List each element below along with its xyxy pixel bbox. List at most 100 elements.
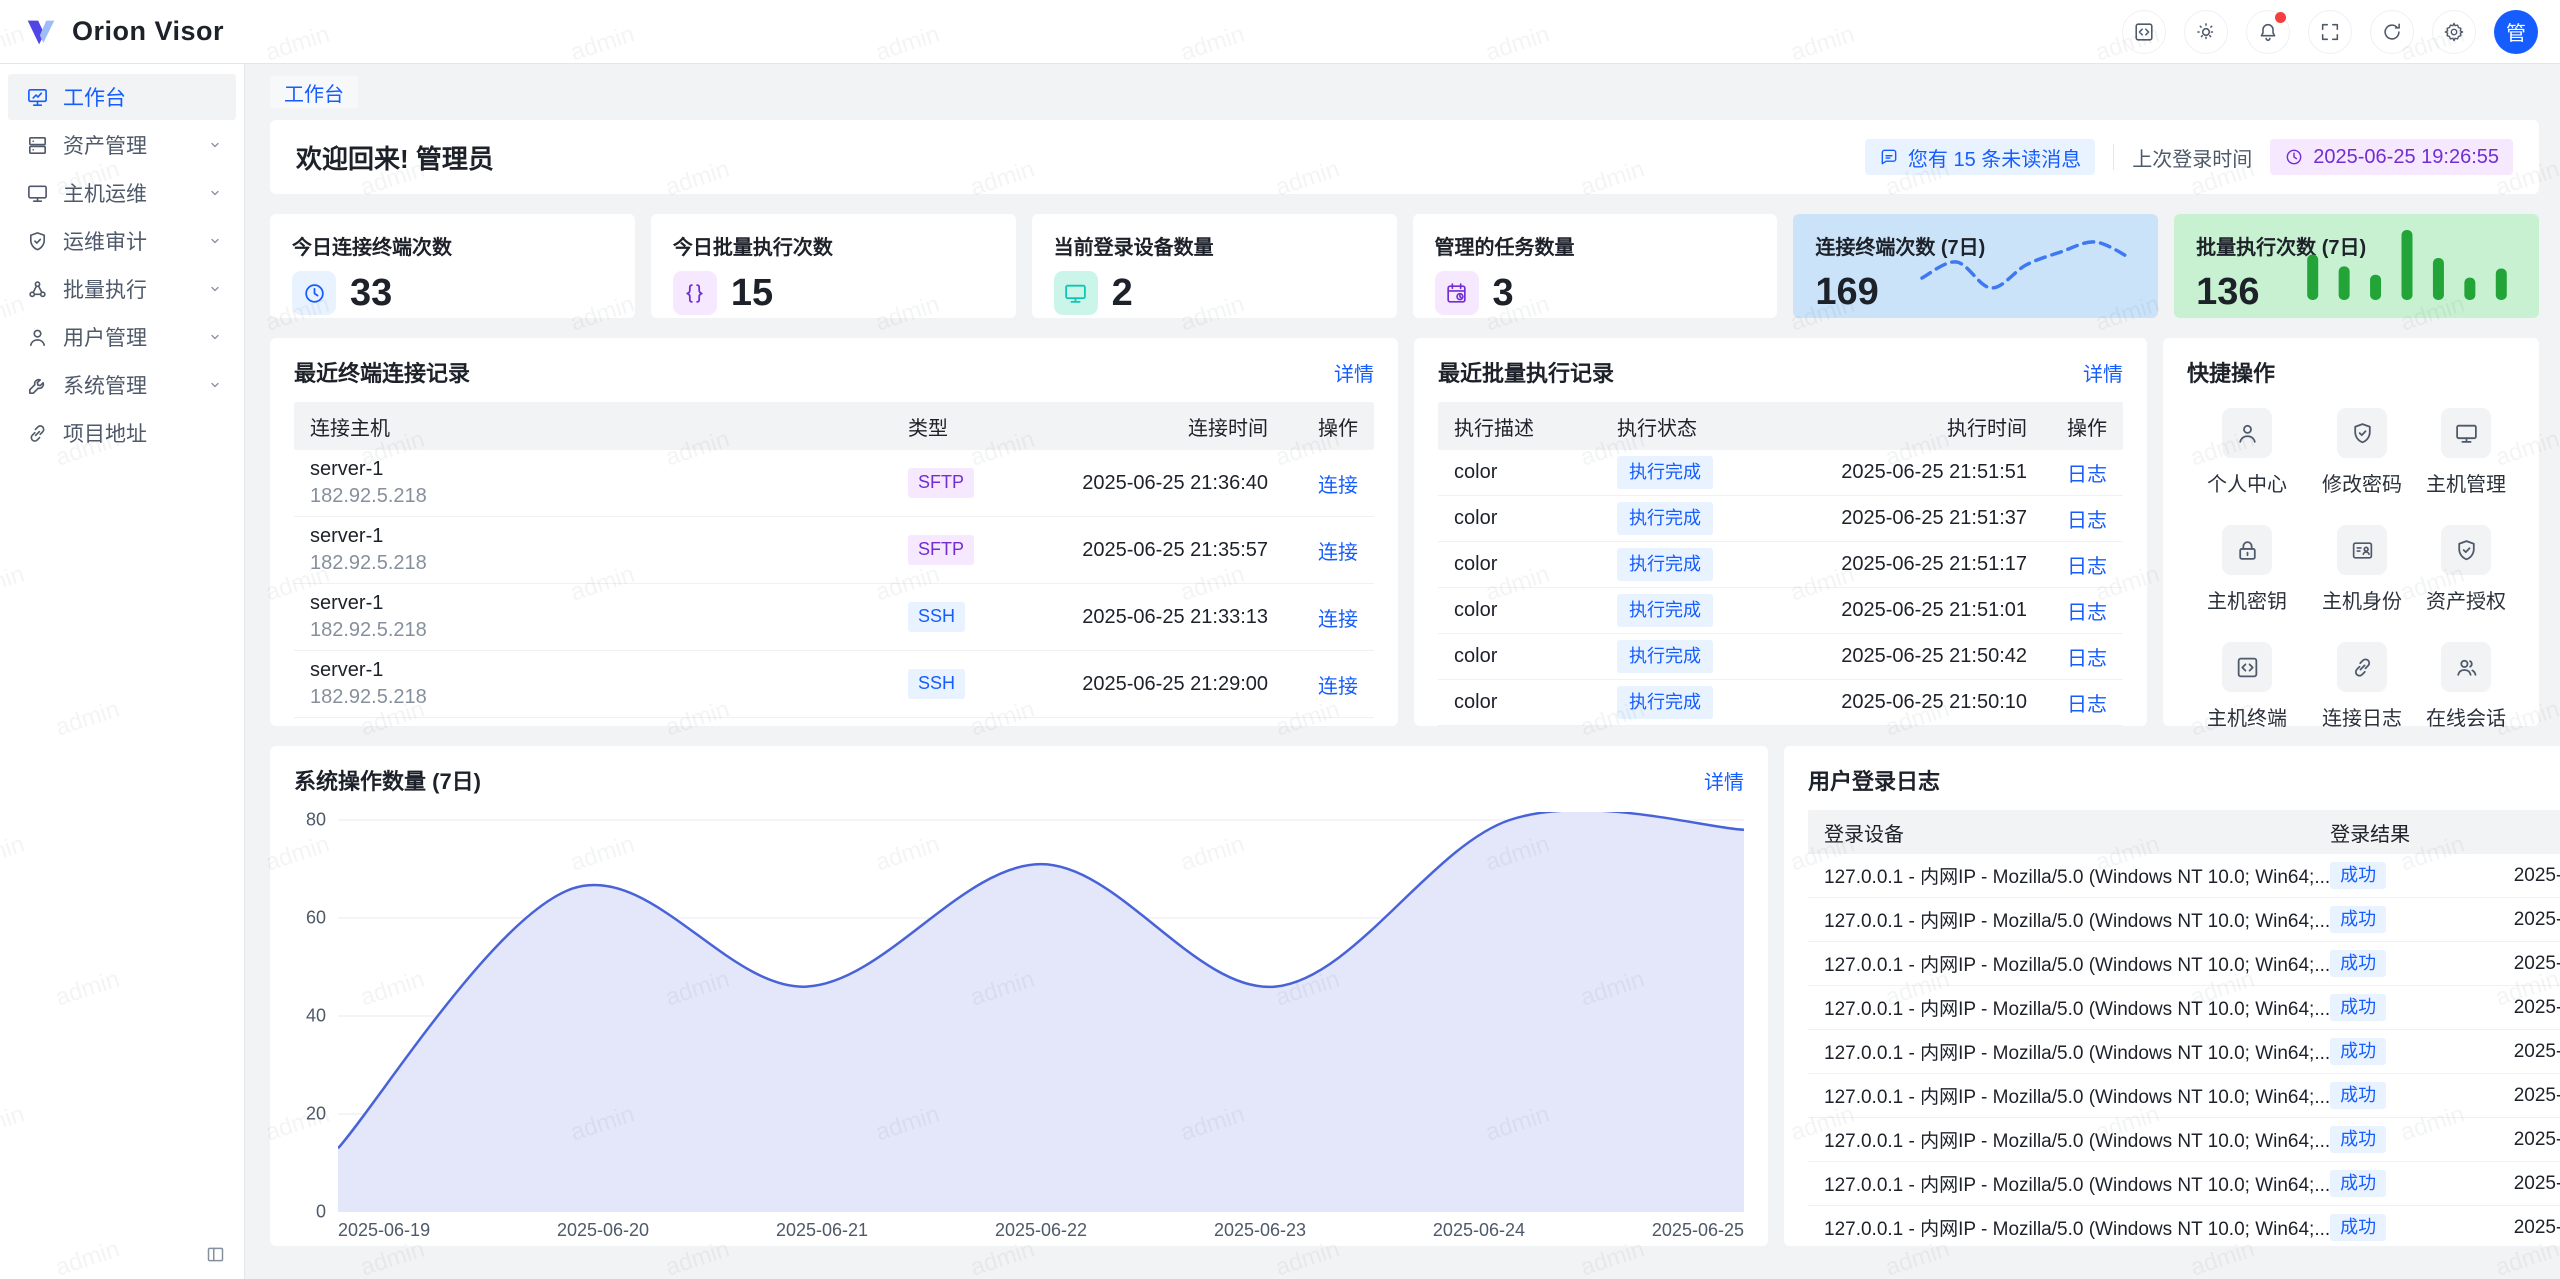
quick-action-host-mgmt[interactable]: 主机管理 — [2426, 408, 2506, 497]
col-action: 操作 — [1268, 412, 1358, 441]
login-time: 2025-03-21 23:53:43 — [2450, 1217, 2560, 1239]
host-ip: 182.92.5.218 — [310, 684, 908, 711]
exec-time: 2025-06-25 21:51:01 — [1777, 599, 2027, 622]
code-square-icon[interactable] — [2122, 10, 2166, 54]
quick-action-online-sessions[interactable]: 在线会话 — [2426, 642, 2506, 731]
stat-value: 33 — [350, 272, 392, 315]
sidebar-item-audit[interactable]: 运维审计 — [8, 218, 236, 264]
sidebar-item-assets[interactable]: 资产管理 — [8, 122, 236, 168]
login-time: 2025-03-22 00:42:34 — [2450, 1173, 2560, 1195]
brand: Orion Visor — [22, 13, 224, 51]
stat-card-terminal-7d: 连接终端次数 (7日) 169 — [1793, 214, 2158, 318]
connect-link[interactable]: 连接 — [1318, 542, 1358, 564]
result-badge: 成功 — [2330, 906, 2386, 933]
stat-value: 136 — [2196, 271, 2259, 314]
status-badge: 执行完成 — [1617, 686, 1713, 719]
result-badge: 成功 — [2330, 994, 2386, 1021]
sidebar-item-system-mgmt[interactable]: 系统管理 — [8, 362, 236, 408]
quick-action-label: 主机终端 — [2207, 702, 2287, 731]
table-row: 127.0.0.1 - 内网IP - Mozilla/5.0 (Windows … — [1808, 898, 2560, 942]
type-badge: SFTP — [908, 468, 974, 497]
quick-action-asset-auth[interactable]: 资产授权 — [2426, 525, 2506, 614]
collapse-sidebar-icon[interactable] — [205, 1244, 226, 1265]
host-name: server-1 — [310, 456, 908, 483]
log-link[interactable]: 日志 — [2067, 648, 2107, 670]
log-link[interactable]: 日志 — [2067, 464, 2107, 486]
sidebar-item-user-mgmt[interactable]: 用户管理 — [8, 314, 236, 360]
connect-link[interactable]: 连接 — [1318, 609, 1358, 631]
main-content: 工作台 欢迎回来! 管理员 您有 15 条未读消息 上次登录时间 2025-06… — [245, 64, 2560, 1279]
workbench-icon — [26, 86, 49, 109]
clock-icon — [292, 271, 336, 315]
log-link[interactable]: 日志 — [2067, 556, 2107, 578]
exec-time: 2025-06-25 21:51:37 — [1777, 507, 2027, 530]
login-table: 登录设备 登录结果 登录时间 127.0.0.1 - 内网IP - Mozill… — [1808, 810, 2560, 1250]
host-name: server-1 — [310, 657, 908, 684]
quick-action-change-password[interactable]: 修改密码 — [2322, 408, 2402, 497]
table-row: server-1182.92.5.218 SSH 2025-06-25 21:2… — [294, 651, 1374, 718]
log-link[interactable]: 日志 — [2067, 602, 2107, 624]
result-badge: 成功 — [2330, 1038, 2386, 1065]
exec-time: 2025-06-25 21:50:10 — [1777, 691, 2027, 714]
quick-action-host-identity[interactable]: 主机身份 — [2322, 525, 2402, 614]
connect-link[interactable]: 连接 — [1318, 676, 1358, 698]
sidebar-item-project-link[interactable]: 项目地址 — [8, 410, 236, 456]
login-time: 2025-05-29 19:43:57 — [2450, 997, 2560, 1019]
panel-title: 系统操作数量 (7日) — [294, 764, 481, 796]
notifications-bell-icon[interactable] — [2246, 10, 2290, 54]
stat-card-batch-7d: 批量执行次数 (7日) 136 — [2174, 214, 2539, 318]
col-result: 登录结果 — [2330, 818, 2450, 847]
login-device: 127.0.0.1 - 内网IP - Mozilla/5.0 (Windows … — [1824, 994, 2330, 1021]
log-link[interactable]: 日志 — [2067, 694, 2107, 716]
settings-gear-icon[interactable] — [2432, 10, 2476, 54]
welcome-card: 欢迎回来! 管理员 您有 15 条未读消息 上次登录时间 2025-06-25 … — [270, 120, 2539, 194]
avatar[interactable]: 管 — [2494, 10, 2538, 54]
quick-action-label: 连接日志 — [2322, 702, 2402, 731]
breadcrumb[interactable]: 工作台 — [270, 76, 358, 108]
col-host: 连接主机 — [310, 412, 908, 441]
login-time: 2025-06-06 15:54:26 — [2450, 953, 2560, 975]
stat-value: 2 — [1112, 272, 1133, 315]
connect-link[interactable]: 连接 — [1318, 475, 1358, 497]
host-ops-icon — [26, 182, 49, 205]
connect-time: 2025-06-25 21:29:00 — [1018, 673, 1268, 696]
sidebar-item-label: 项目地址 — [63, 418, 224, 448]
sidebar-item-batch-exec[interactable]: 批量执行 — [8, 266, 236, 312]
quick-action-connect-log[interactable]: 连接日志 — [2322, 642, 2402, 731]
quick-action-host-keys[interactable]: 主机密钥 — [2207, 525, 2287, 614]
wrench-icon — [26, 374, 49, 397]
unread-messages-chip[interactable]: 您有 15 条未读消息 — [1865, 139, 2095, 175]
quick-action-host-terminal[interactable]: 主机终端 — [2207, 642, 2287, 731]
batch-table: 执行描述 执行状态 执行时间 操作 color 执行完成 2025-06-25 … — [1438, 402, 2123, 726]
log-link[interactable]: 日志 — [2067, 510, 2107, 532]
panel-title: 用户登录日志 — [1808, 764, 1940, 796]
stat-cards-row: 今日连接终端次数 33 今日批量执行次数 15 当前登录设备数量 2 管理的任务… — [270, 214, 2539, 318]
monitor-icon — [2441, 408, 2491, 458]
terminal-detail-link[interactable]: 详情 — [1334, 358, 1374, 387]
batch-detail-link[interactable]: 详情 — [2083, 358, 2123, 387]
middle-row: 最近终端连接记录 详情 连接主机 类型 连接时间 操作 server-1182.… — [270, 338, 2539, 726]
quick-action-personal-center[interactable]: 个人中心 — [2207, 408, 2287, 497]
shield-check-icon — [2337, 408, 2387, 458]
terminal-sparkline — [1916, 222, 2136, 306]
result-badge: 成功 — [2330, 1214, 2386, 1241]
login-device: 127.0.0.1 - 内网IP - Mozilla/5.0 (Windows … — [1824, 906, 2330, 933]
orion-visor-logo-icon — [22, 13, 60, 51]
sidebar-item-workbench[interactable]: 工作台 — [8, 74, 236, 120]
status-badge: 执行完成 — [1617, 502, 1713, 535]
x-tick: 2025-06-23 — [1214, 1220, 1306, 1241]
batch-cluster-icon — [26, 278, 49, 301]
theme-brightness-icon[interactable] — [2184, 10, 2228, 54]
fullscreen-icon[interactable] — [2308, 10, 2352, 54]
login-device: 127.0.0.1 - 内网IP - Mozilla/5.0 (Windows … — [1824, 1126, 2330, 1153]
ops-chart-detail-link[interactable]: 详情 — [1704, 766, 1744, 795]
sidebar-item-label: 主机运维 — [63, 178, 206, 208]
sidebar-item-host-ops[interactable]: 主机运维 — [8, 170, 236, 216]
quick-actions-panel: 快捷操作 个人中心 修改密码 主机管理 主机密钥 主机身份 资产授权 主机终端 … — [2163, 338, 2539, 726]
x-tick: 2025-06-24 — [1433, 1220, 1525, 1241]
quick-action-label: 主机密钥 — [2207, 585, 2287, 614]
chevron-down-icon — [206, 136, 224, 154]
ops-chart-panel: 系统操作数量 (7日) 详情 020406080 2025-06-19 2025… — [270, 746, 1768, 1246]
monitor-icon — [1054, 271, 1098, 315]
refresh-icon[interactable] — [2370, 10, 2414, 54]
